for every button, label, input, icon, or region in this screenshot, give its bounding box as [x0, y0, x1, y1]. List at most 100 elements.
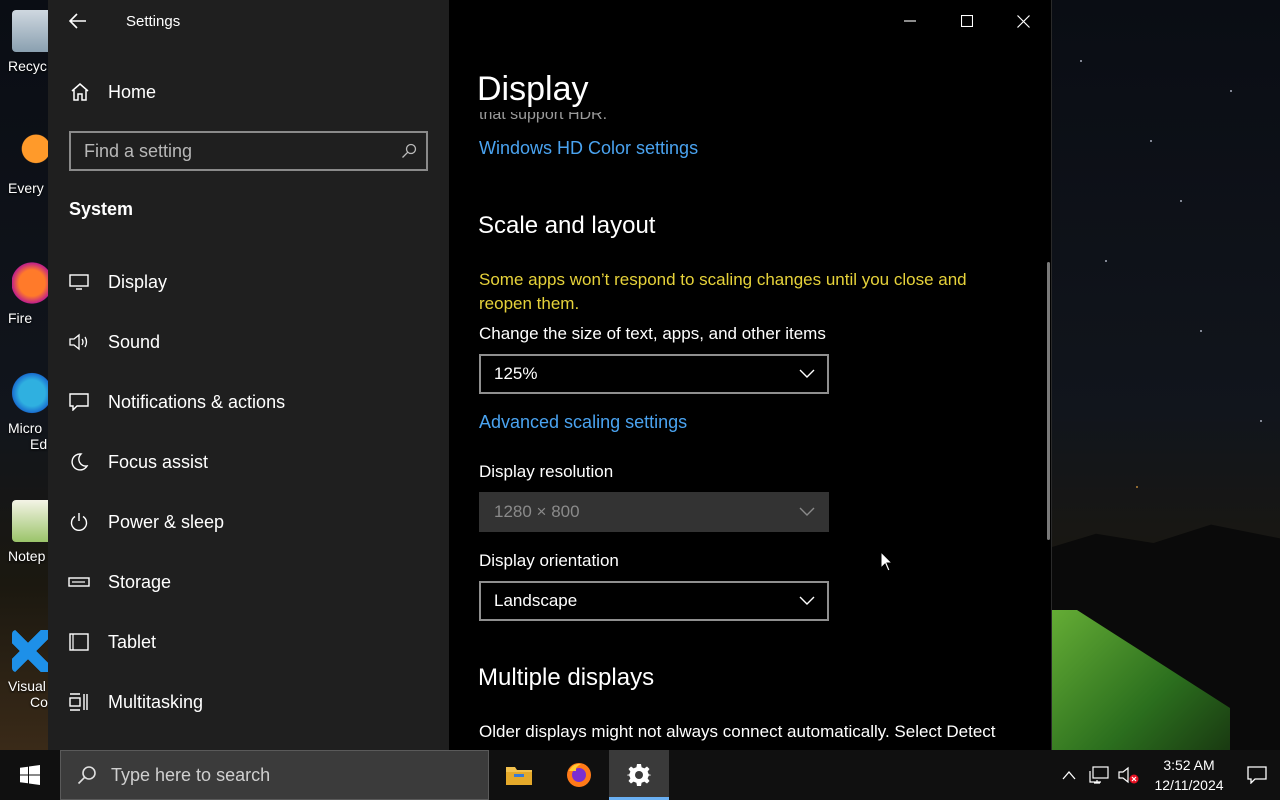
sidebar-item-display[interactable]: Display — [48, 252, 449, 312]
back-button[interactable] — [48, 0, 108, 42]
action-center-icon — [1247, 766, 1267, 784]
content-pane: Display that support HDR. Windows HD Col… — [449, 0, 1051, 750]
scrollbar-thumb[interactable] — [1047, 262, 1050, 540]
taskbar-settings[interactable] — [609, 750, 669, 800]
desktop-icon-label: Notep — [8, 548, 46, 564]
search-icon — [392, 143, 426, 159]
sidebar-item-label: Display — [108, 271, 168, 292]
desktop-icon-recycle-bin[interactable]: Recyc — [0, 10, 52, 74]
title-bar: Settings — [48, 0, 449, 42]
find-setting-search[interactable] — [69, 131, 428, 171]
page-title: Display — [477, 70, 589, 108]
chevron-down-icon — [799, 507, 815, 516]
desktop-icon-vscode[interactable]: Visual Co — [0, 630, 52, 710]
multitasking-icon — [68, 691, 90, 713]
windows-logo-icon — [20, 765, 40, 785]
sidebar-nav: Display Sound Notifications & actions Fo… — [48, 252, 449, 732]
sidebar-item-focus-assist[interactable]: Focus assist — [48, 432, 449, 492]
edge-icon — [12, 372, 52, 414]
sidebar-item-multitasking[interactable]: Multitasking — [48, 672, 449, 732]
orientation-label: Display orientation — [479, 551, 619, 570]
close-icon — [1017, 14, 1030, 28]
sidebar-item-label: Focus assist — [108, 451, 209, 472]
gear-icon — [627, 764, 651, 786]
maximize-icon — [960, 15, 973, 27]
search-icon — [77, 766, 96, 785]
folder-icon — [506, 767, 532, 785]
taskbar-clock[interactable]: 3:52 AM 12/11/2024 — [1144, 755, 1234, 795]
home-icon — [71, 83, 89, 101]
monitor-icon — [68, 271, 90, 293]
desktop-icon-label: Micro — [8, 420, 43, 436]
app-title: Settings — [126, 12, 181, 30]
sidebar-item-tablet[interactable]: Tablet — [48, 612, 449, 672]
taskbar-firefox[interactable] — [549, 750, 609, 800]
mouse-cursor-icon — [880, 551, 894, 572]
multiple-displays-description: Older displays might not always connect … — [479, 722, 996, 741]
volume-muted-icon — [1118, 766, 1139, 784]
chevron-up-icon — [1062, 770, 1076, 779]
chevron-down-icon — [799, 596, 815, 605]
desktop-icon-label: Every — [8, 180, 44, 196]
vscode-icon — [12, 630, 52, 672]
scale-layout-heading: Scale and layout — [478, 212, 656, 239]
size-label: Change the size of text, apps, and other… — [479, 324, 826, 343]
taskbar-file-explorer[interactable] — [489, 750, 549, 800]
storage-icon — [68, 571, 90, 593]
sidebar: Settings Home System Display — [48, 0, 449, 750]
sidebar-item-label: Storage — [108, 571, 172, 592]
window-controls — [881, 0, 1051, 42]
minimize-button[interactable] — [881, 0, 938, 42]
maximize-button[interactable] — [938, 0, 995, 42]
desktop-icon-everything[interactable]: Every — [0, 132, 52, 196]
notepad-plus-plus-icon — [12, 500, 52, 542]
hdr-description-partial: that support HDR. — [479, 112, 608, 123]
power-icon — [68, 511, 90, 533]
desktop-icon-label-2: Ed — [30, 436, 48, 452]
clock-date: 12/11/2024 — [1154, 777, 1224, 793]
close-button[interactable] — [995, 0, 1051, 42]
scale-dropdown[interactable]: 125% — [479, 354, 829, 394]
scaling-warning: Some apps won’t respond to scaling chang… — [479, 270, 967, 313]
taskbar-search-placeholder: Type here to search — [111, 764, 271, 785]
back-arrow-icon — [69, 13, 86, 29]
settings-scroll-area[interactable]: that support HDR. Windows HD Color setti… — [449, 112, 1049, 750]
find-setting-input[interactable] — [84, 140, 392, 162]
settings-window: Settings Home System Display — [48, 0, 1052, 750]
home-nav-item[interactable]: Home — [48, 72, 449, 112]
multiple-displays-heading: Multiple displays — [478, 664, 655, 691]
orientation-dropdown[interactable]: Landscape — [479, 581, 829, 621]
sidebar-item-notifications[interactable]: Notifications & actions — [48, 372, 449, 432]
network-button[interactable] — [1084, 750, 1114, 800]
clock-time: 3:52 AM — [1163, 757, 1215, 773]
sidebar-item-label: Sound — [108, 331, 161, 352]
system-tray: 3:52 AM 12/11/2024 — [1054, 750, 1280, 800]
resolution-dropdown: 1280 × 800 — [479, 492, 829, 532]
taskbar: Type here to search 3:52 AM 12/11/2024 — [0, 750, 1280, 800]
resolution-label: Display resolution — [479, 462, 614, 481]
desktop-icon-firefox[interactable]: Fire — [0, 262, 52, 326]
taskbar-search[interactable]: Type here to search — [60, 750, 489, 800]
sidebar-item-storage[interactable]: Storage — [48, 552, 449, 612]
tray-overflow-button[interactable] — [1054, 750, 1084, 800]
desktop-icon-label: Visual — [8, 678, 46, 694]
volume-button[interactable] — [1114, 750, 1144, 800]
sidebar-item-power-sleep[interactable]: Power & sleep — [48, 492, 449, 552]
orientation-value: Landscape — [494, 591, 578, 610]
sidebar-item-label: Notifications & actions — [108, 391, 286, 412]
chevron-down-icon — [799, 369, 815, 378]
notification-icon — [68, 391, 90, 413]
action-center-button[interactable] — [1234, 750, 1280, 800]
desktop-icon-notepad[interactable]: Notep — [0, 500, 52, 564]
scale-value: 125% — [494, 364, 538, 383]
start-button[interactable] — [0, 750, 60, 800]
tablet-icon — [68, 631, 90, 653]
sidebar-item-sound[interactable]: Sound — [48, 312, 449, 372]
minimize-icon — [903, 20, 916, 22]
firefox-icon — [567, 763, 591, 787]
desktop-icon-edge[interactable]: Micro Ed — [0, 372, 52, 452]
advanced-scaling-link[interactable]: Advanced scaling settings — [479, 412, 687, 433]
sidebar-item-label: Tablet — [108, 631, 157, 652]
everything-search-icon — [12, 132, 52, 174]
hd-color-settings-link[interactable]: Windows HD Color settings — [479, 138, 698, 159]
